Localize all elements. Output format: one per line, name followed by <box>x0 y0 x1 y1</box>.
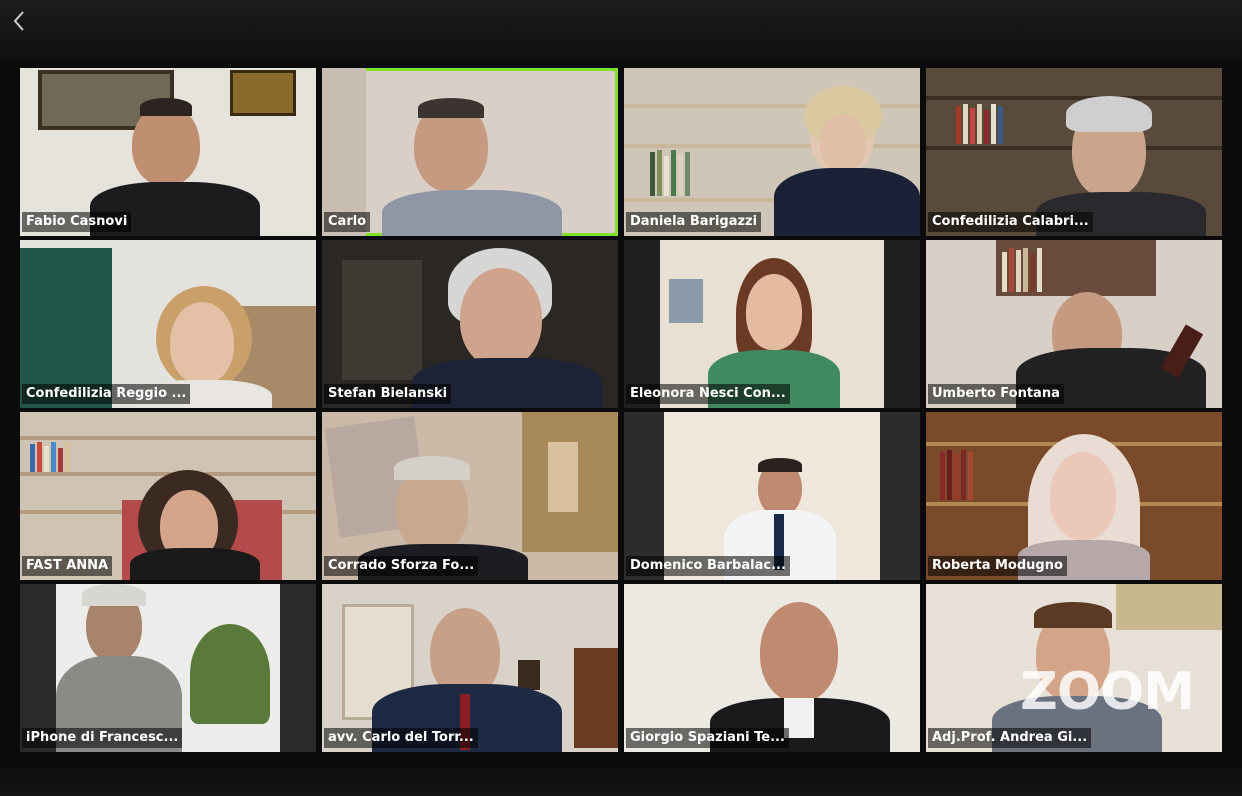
video-tile[interactable]: Roberta Modugno <box>926 412 1222 580</box>
video-tile[interactable]: Domenico Barbalac... <box>624 412 920 580</box>
video-feed <box>322 584 618 752</box>
video-feed <box>322 68 618 236</box>
zoom-watermark: ZOOM <box>1020 662 1195 722</box>
video-feed <box>20 584 316 752</box>
participant-name: avv. Carlo del Torr... <box>324 728 478 748</box>
video-tile[interactable]: Daniela Barigazzi <box>624 68 920 236</box>
video-tile[interactable]: Fabio Casnovi <box>20 68 316 236</box>
video-feed <box>322 412 618 580</box>
participant-name: Roberta Modugno <box>928 556 1067 576</box>
video-tile[interactable]: ZOOM Adj.Prof. Andrea Gi... <box>926 584 1222 752</box>
video-tile[interactable]: Confedilizia Calabri... <box>926 68 1222 236</box>
video-feed <box>20 412 316 580</box>
video-feed <box>624 240 920 408</box>
video-feed <box>20 240 316 408</box>
back-button[interactable] <box>6 8 32 34</box>
video-tile[interactable]: Umberto Fontana <box>926 240 1222 408</box>
participant-name: Stefan Bielanski <box>324 384 452 404</box>
participant-name: Corrado Sforza Fo... <box>324 556 479 576</box>
video-tile[interactable]: Eleonora Nesci Con... <box>624 240 920 408</box>
video-tile[interactable]: avv. Carlo del Torr... <box>322 584 618 752</box>
video-tile-active-speaker[interactable]: Carlo <box>322 68 618 236</box>
gallery-view-grid: Fabio Casnovi Carlo Daniela Barigazzi Co… <box>20 68 1222 752</box>
video-feed <box>624 68 920 236</box>
participant-name: Domenico Barbalac... <box>626 556 790 576</box>
video-tile[interactable]: Stefan Bielanski <box>322 240 618 408</box>
participant-name: Carlo <box>324 212 371 232</box>
participant-name: FAST ANNA <box>22 556 113 576</box>
zoom-meeting-window: Fabio Casnovi Carlo Daniela Barigazzi Co… <box>0 0 1242 796</box>
video-feed <box>624 584 920 752</box>
video-feed <box>322 240 618 408</box>
top-bar <box>0 0 1242 62</box>
participant-name: Giorgio Spaziani Te... <box>626 728 789 748</box>
participant-name: Fabio Casnovi <box>22 212 132 232</box>
video-feed <box>926 68 1222 236</box>
participant-name: Confedilizia Reggio ... <box>22 384 191 404</box>
video-feed <box>20 68 316 236</box>
participant-name: Confedilizia Calabri... <box>928 212 1093 232</box>
video-tile[interactable]: FAST ANNA <box>20 412 316 580</box>
participant-name: Daniela Barigazzi <box>626 212 762 232</box>
participant-name: Adj.Prof. Andrea Gi... <box>928 728 1092 748</box>
video-tile[interactable]: iPhone di Francesc... <box>20 584 316 752</box>
participant-name: Umberto Fontana <box>928 384 1064 404</box>
video-tile[interactable]: Confedilizia Reggio ... <box>20 240 316 408</box>
participant-name: iPhone di Francesc... <box>22 728 183 748</box>
video-feed <box>926 240 1222 408</box>
video-tile[interactable]: Giorgio Spaziani Te... <box>624 584 920 752</box>
video-tile[interactable]: Corrado Sforza Fo... <box>322 412 618 580</box>
video-feed <box>624 412 920 580</box>
video-feed <box>926 412 1222 580</box>
chevron-left-icon <box>13 11 24 31</box>
participant-name: Eleonora Nesci Con... <box>626 384 790 404</box>
